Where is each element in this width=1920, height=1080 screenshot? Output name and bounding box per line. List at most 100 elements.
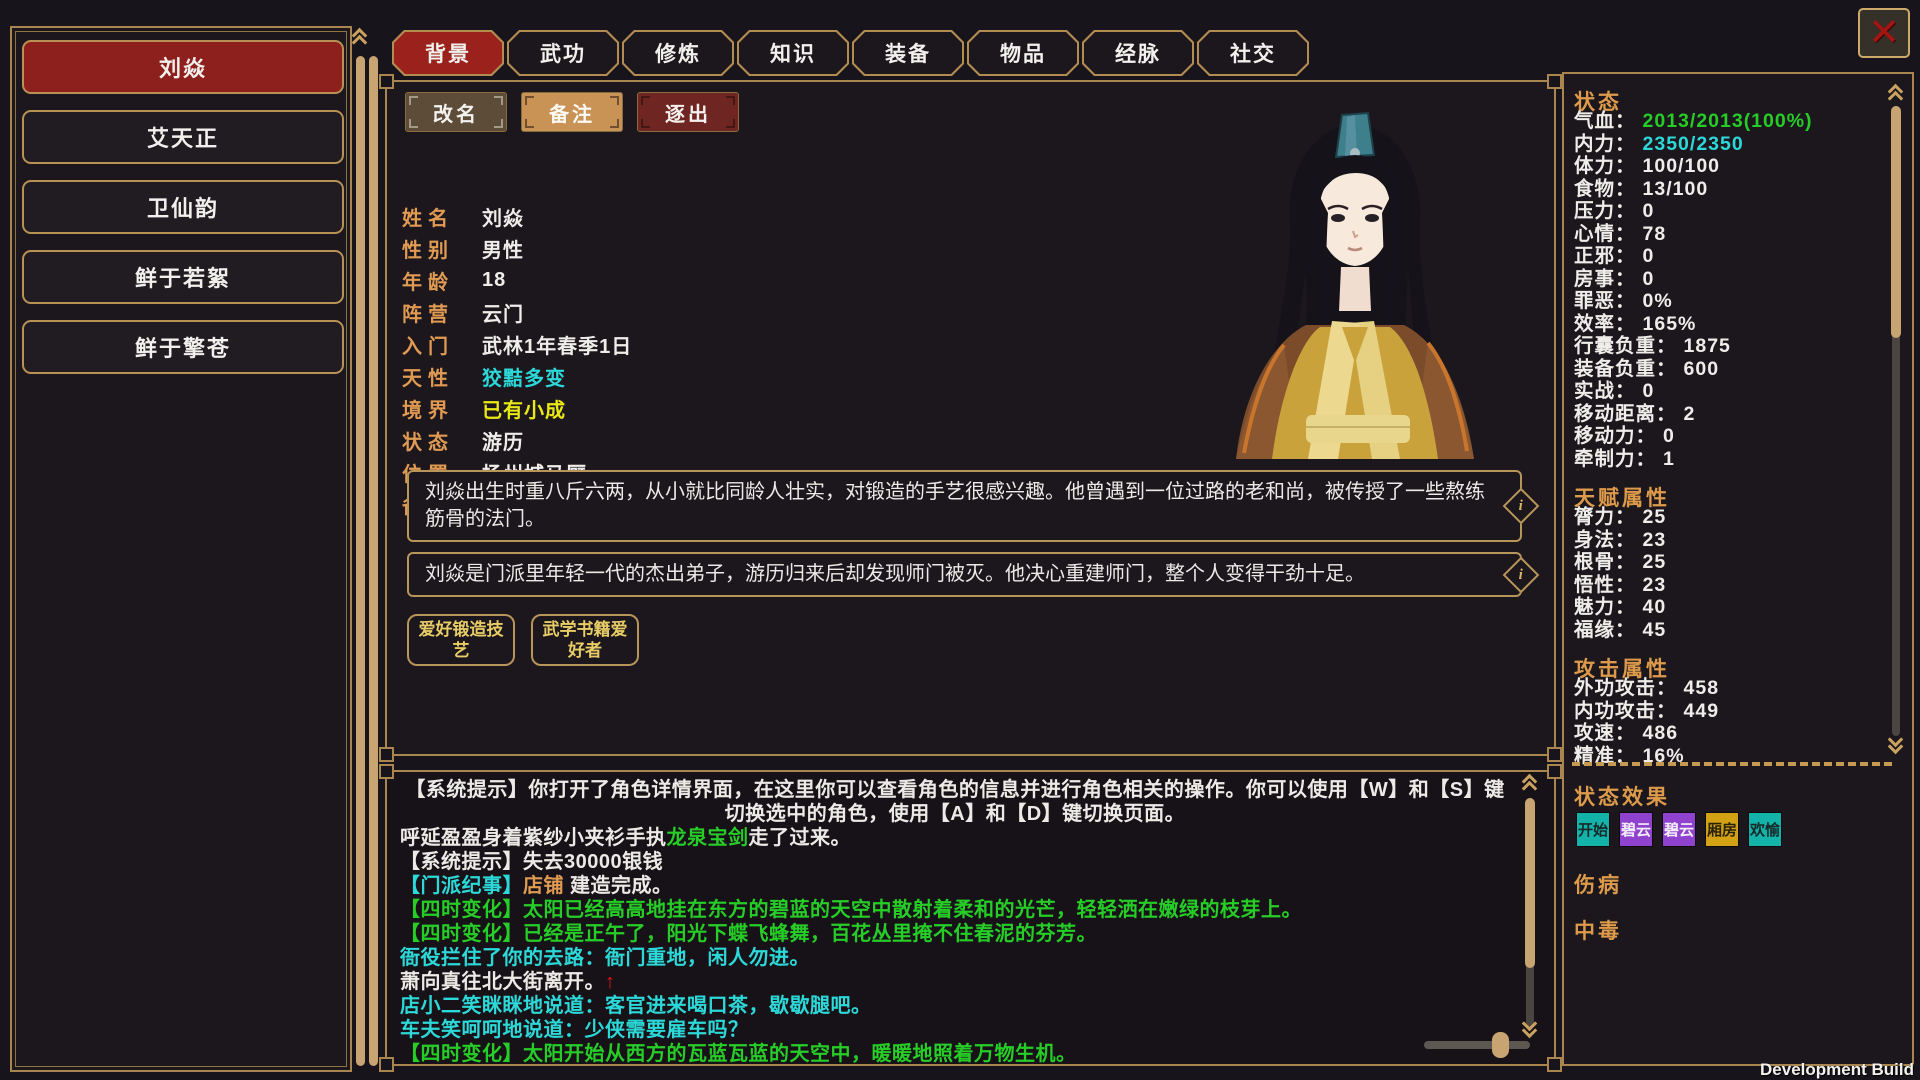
field-label: 境界 bbox=[402, 394, 474, 423]
status-scrollbar-thumb[interactable] bbox=[1891, 106, 1901, 338]
tab-label: 经脉 bbox=[1084, 32, 1192, 74]
stat-label: 移动距离： bbox=[1574, 403, 1677, 425]
roster-item[interactable]: 卫仙韵 bbox=[22, 180, 344, 234]
stat-value: 23 bbox=[1643, 529, 1667, 551]
tab-知识[interactable]: 知识 bbox=[737, 30, 849, 76]
roster-item[interactable]: 艾天正 bbox=[22, 110, 344, 164]
effect-badge-碧云[interactable]: 碧云 bbox=[1662, 812, 1696, 847]
stat-value: 40 bbox=[1643, 596, 1667, 618]
stat-row: 牵制力：1 bbox=[1574, 448, 1882, 471]
field-label: 状态 bbox=[402, 426, 474, 455]
stat-row: 悟性：23 bbox=[1574, 574, 1882, 597]
tab-物品[interactable]: 物品 bbox=[967, 30, 1079, 76]
stat-label: 魅力： bbox=[1574, 596, 1636, 618]
log-segment: 【门派纪事】 bbox=[400, 875, 523, 897]
status-scroll-down-icon[interactable] bbox=[1888, 738, 1902, 754]
note-button[interactable]: 备注 bbox=[521, 92, 623, 132]
stat-label: 气血： bbox=[1574, 110, 1636, 132]
tab-武功[interactable]: 武功 bbox=[507, 30, 619, 76]
expel-button[interactable]: 逐出 bbox=[637, 92, 739, 132]
tab-背景[interactable]: 背景 bbox=[392, 30, 504, 76]
info-icon[interactable]: i bbox=[1503, 488, 1540, 525]
effect-badge-厢房[interactable]: 厢房 bbox=[1705, 812, 1739, 847]
profile-field: 年龄18 bbox=[402, 264, 632, 296]
tab-经脉[interactable]: 经脉 bbox=[1082, 30, 1194, 76]
stat-row: 魅力： 40 bbox=[1574, 596, 1882, 619]
close-button[interactable]: ✕ bbox=[1858, 8, 1910, 58]
roster-item[interactable]: 鲜于擎苍 bbox=[22, 320, 344, 374]
stat-row: 膂力：25 bbox=[1574, 506, 1882, 529]
log-segment: 店小二笑眯眯地说道：客官进来喝口茶，歇歇腿吧。 bbox=[400, 995, 872, 1017]
character-toolbar: 改名 备注 逐出 bbox=[405, 92, 739, 132]
expel-label: 逐出 bbox=[665, 98, 711, 127]
log-line: 【系统提示】你打开了角色详情界面，在这里你可以查看角色的信息并进行角色相关的操作… bbox=[400, 778, 1510, 826]
profile-field: 入门武林1年春季1日 bbox=[402, 328, 632, 360]
stat-value: 2350/2350 bbox=[1643, 133, 1744, 155]
status-panel: 状态气血：2013/2013(100%)内力：2350/2350体力：100/1… bbox=[1562, 72, 1914, 1066]
dev-build-label: Development Build bbox=[1760, 1060, 1914, 1080]
stat-value: 458 bbox=[1684, 677, 1720, 699]
rename-button[interactable]: 改名 bbox=[405, 92, 507, 132]
roster-scroll-up-icon[interactable] bbox=[352, 34, 366, 50]
message-log-panel: 【系统提示】你打开了角色详情界面，在这里你可以查看角色的信息并进行角色相关的操作… bbox=[385, 770, 1556, 1066]
log-hslider-track[interactable] bbox=[1424, 1041, 1530, 1049]
field-value: 已有小成 bbox=[482, 394, 566, 423]
effect-badge-欢愉[interactable]: 欢愉 bbox=[1748, 812, 1782, 847]
trait-tag[interactable]: 爱好锻造技艺 bbox=[407, 614, 515, 666]
log-segment: 【四时变化】太阳开始从西方的瓦蓝瓦蓝的天空中，暖暖地照着万物生机。 bbox=[400, 1043, 1077, 1065]
stat-label: 房事： bbox=[1574, 268, 1636, 290]
roster-item[interactable]: 刘焱 bbox=[22, 40, 344, 94]
stat-value: 25 bbox=[1643, 551, 1667, 573]
field-label: 入门 bbox=[402, 330, 474, 359]
trait-tags: 爱好锻造技艺 武学书籍爱好者 bbox=[407, 614, 639, 666]
status-scroll-up-icon[interactable] bbox=[1888, 90, 1902, 106]
log-segment: 【四时变化】已经是正午了，阳光下蝶飞蜂舞，百花丛里掩不住春泥的芬芳。 bbox=[400, 923, 1097, 945]
stat-row: 罪恶：0% bbox=[1574, 290, 1882, 313]
log-scrollbar-thumb[interactable] bbox=[1525, 798, 1535, 968]
main-scrollbar[interactable] bbox=[369, 56, 378, 1066]
log-line: 【门派纪事】店铺 建造完成。 bbox=[400, 874, 1510, 898]
stat-row: 移动距离：2 bbox=[1574, 403, 1882, 426]
log-segment: ↑ bbox=[605, 971, 616, 993]
info-icon[interactable]: i bbox=[1503, 556, 1540, 593]
background-description-box: 刘焱出生时重八斤六两，从小就比同龄人壮实，对锻造的手艺很感兴趣。他曾遇到一位过路… bbox=[407, 470, 1522, 542]
status-effect-badges: 开始碧云碧云厢房欢愉 bbox=[1576, 812, 1882, 847]
stat-value: 2013/2013(100%) bbox=[1643, 110, 1813, 132]
log-segment: 萧向真往北大街离开。 bbox=[400, 971, 605, 993]
log-segment: 【系统提示】你打开了角色详情界面，在这里你可以查看角色的信息并进行角色相关的操作… bbox=[405, 779, 1504, 825]
effects-title: 状态效果 bbox=[1574, 781, 1882, 805]
effect-badge-开始[interactable]: 开始 bbox=[1576, 812, 1610, 847]
stat-value: 449 bbox=[1684, 700, 1720, 722]
stat-row: 房事： 0 bbox=[1574, 268, 1882, 291]
injury-title: 伤病 bbox=[1574, 869, 1882, 893]
poison-title: 中毒 bbox=[1574, 915, 1882, 939]
stat-row: 内力：2350/2350 bbox=[1574, 133, 1882, 156]
stat-value: 0 bbox=[1643, 268, 1655, 290]
stat-row: 心情：78 bbox=[1574, 223, 1882, 246]
field-value: 18 bbox=[482, 269, 506, 292]
trait-tag[interactable]: 武学书籍爱好者 bbox=[531, 614, 639, 666]
roster-item[interactable]: 鲜于若絮 bbox=[22, 250, 344, 304]
tab-社交[interactable]: 社交 bbox=[1197, 30, 1309, 76]
tab-label: 武功 bbox=[509, 32, 617, 74]
stat-value: 23 bbox=[1643, 574, 1667, 596]
effect-badge-碧云[interactable]: 碧云 bbox=[1619, 812, 1653, 847]
log-hslider-thumb[interactable] bbox=[1492, 1032, 1509, 1058]
field-label: 性别 bbox=[402, 234, 474, 263]
stat-label: 牵制力： bbox=[1574, 448, 1656, 470]
stat-label: 效率： bbox=[1574, 313, 1636, 335]
tab-修炼[interactable]: 修炼 bbox=[622, 30, 734, 76]
stat-label: 根骨： bbox=[1574, 551, 1636, 573]
roster-scrollbar[interactable] bbox=[356, 56, 365, 1066]
stat-label: 行囊负重： bbox=[1574, 335, 1677, 357]
log-segment: 【系统提示】失去30000银钱 bbox=[400, 851, 663, 873]
status-section: 天赋属性膂力：25身法：23根骨：25悟性：23魅力：40福缘：45 bbox=[1574, 482, 1882, 641]
log-scroll-up-icon[interactable] bbox=[1522, 780, 1536, 796]
tab-装备[interactable]: 装备 bbox=[852, 30, 964, 76]
field-value: 男性 bbox=[482, 234, 524, 263]
section-title: 攻击属性 bbox=[1574, 653, 1882, 677]
stat-row: 体力：100/100 bbox=[1574, 155, 1882, 178]
stat-row: 装备负重：600 bbox=[1574, 358, 1882, 381]
profile-field: 性别男性 bbox=[402, 232, 632, 264]
log-segment: 走了过来。 bbox=[749, 827, 852, 849]
